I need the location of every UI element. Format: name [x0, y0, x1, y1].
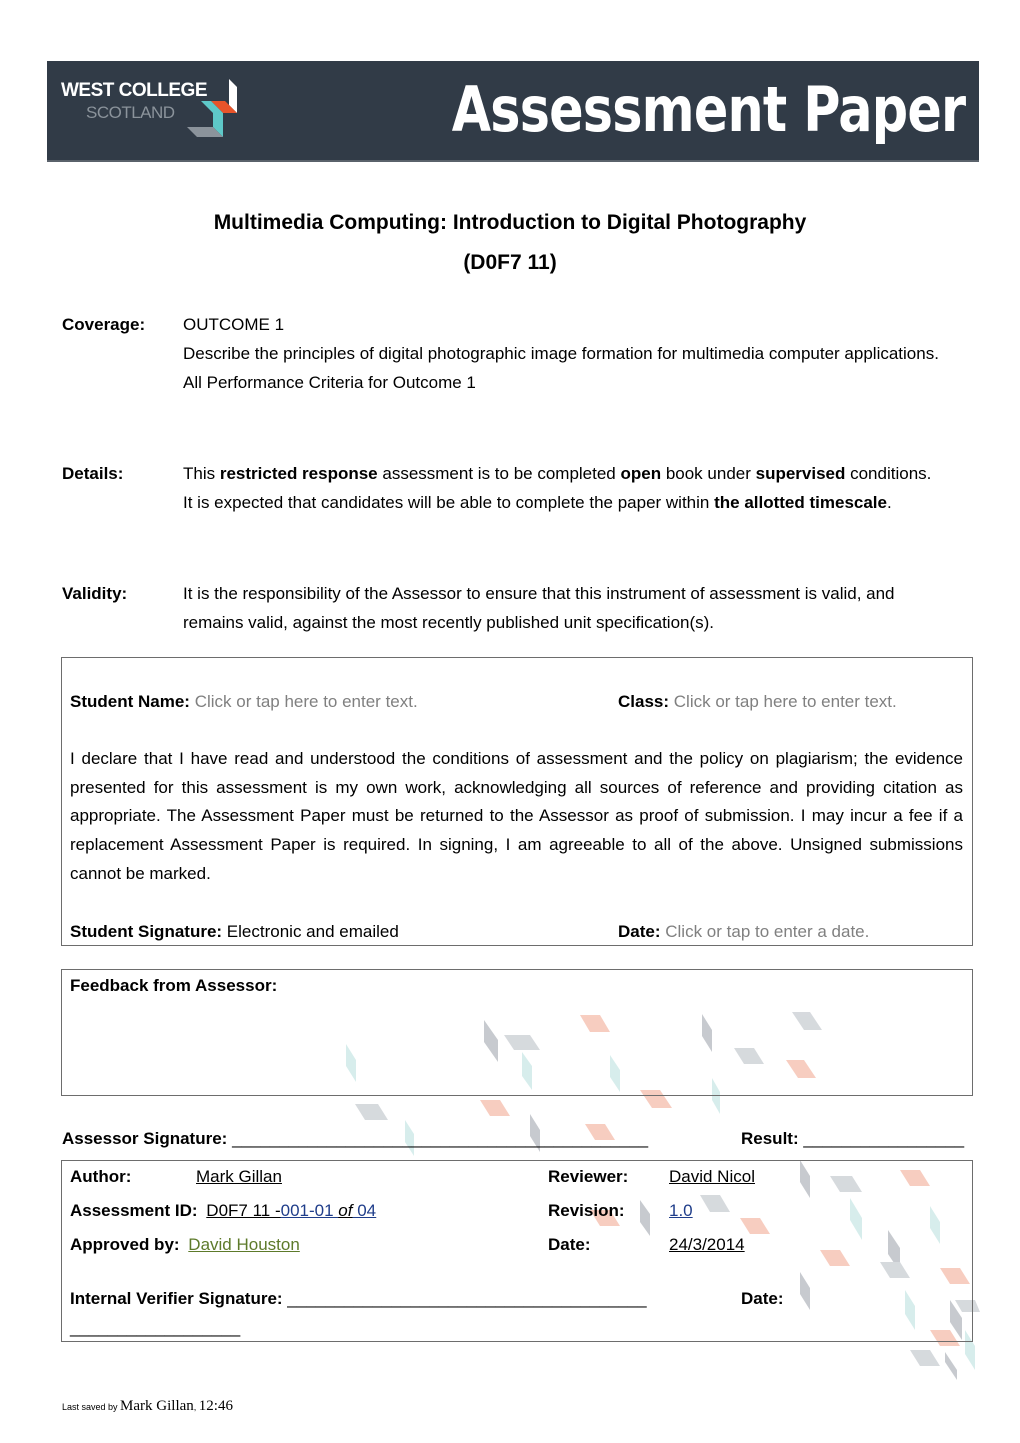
reviewer-link[interactable]: David Nicol: [669, 1167, 755, 1186]
coverage-section: Coverage: OUTCOME 1 Describe the princip…: [62, 310, 962, 426]
verifier-date-label: Date:: [741, 1289, 784, 1308]
student-signature-field[interactable]: Student Signature: Electronic and emaile…: [70, 917, 399, 946]
assessment-id-link[interactable]: D0F7 11 -001-01 of 04: [206, 1201, 376, 1220]
coverage-criteria: All Performance Criteria for Outcome 1: [183, 373, 476, 392]
verifier-date-blank[interactable]: __________________: [70, 1318, 240, 1337]
student-declaration-box: Student Name: Click or tap here to enter…: [61, 657, 973, 946]
assessment-id-field: Assessment ID: D0F7 11 -001-01 of 04: [70, 1196, 376, 1225]
verifier-signature-blank[interactable]: ______________________________________: [287, 1289, 646, 1308]
footer-author: Mark Gillan: [120, 1398, 194, 1414]
coverage-outcome: OUTCOME 1: [183, 315, 285, 334]
student-name-input[interactable]: Click or tap here to enter text.: [195, 692, 418, 711]
student-date-field[interactable]: Date: Click or tap to enter a date.: [618, 917, 869, 946]
author-label: Author:: [70, 1167, 132, 1186]
date-label: Date:: [548, 1235, 591, 1254]
assessor-signature-label: Assessor Signature:: [62, 1129, 228, 1148]
author-link[interactable]: Mark Gillan: [196, 1167, 282, 1186]
student-name-label: Student Name:: [70, 692, 190, 711]
document-title: Multimedia Computing: Introduction to Di…: [213, 211, 807, 234]
details-text: This restricted response assessment is t…: [183, 464, 932, 512]
document-metadata-box: Author: Mark Gillan Reviewer: David Nico…: [61, 1160, 973, 1342]
header-banner: WEST COLLEGE SCOTLAND Assessment Paper: [47, 61, 979, 162]
assessor-signature-field[interactable]: Assessor Signature: ____________________…: [62, 1124, 648, 1153]
coverage-description: Describe the principles of digital photo…: [183, 344, 939, 363]
footer-time: 12:46: [198, 1398, 233, 1414]
assessment-id-label: Assessment ID:: [70, 1201, 198, 1220]
logo-mark-icon: [187, 79, 237, 137]
details-label: Details:: [62, 464, 124, 483]
details-section: Details: This restricted response assess…: [62, 459, 962, 547]
document-code: (D0F7 11): [463, 251, 557, 274]
revision-link[interactable]: 1.0: [669, 1201, 693, 1220]
student-date-label: Date:: [618, 922, 661, 941]
validity-label: Validity:: [62, 584, 128, 603]
result-field[interactable]: Result: _________________: [741, 1124, 964, 1153]
reviewer-label: Reviewer:: [548, 1167, 629, 1186]
validity-text: It is the responsibility of the Assessor…: [183, 584, 895, 632]
class-input[interactable]: Click or tap here to enter text.: [674, 692, 897, 711]
verifier-signature-field[interactable]: Internal Verifier Signature: ___________…: [70, 1284, 647, 1313]
assessor-signature-blank[interactable]: ________________________________________…: [232, 1129, 648, 1148]
verifier-signature-label: Internal Verifier Signature:: [70, 1289, 283, 1308]
college-logo: WEST COLLEGE SCOTLAND: [59, 77, 259, 143]
approved-by-label: Approved by:: [70, 1235, 180, 1254]
logo-text-line2: SCOTLAND: [86, 103, 175, 122]
last-saved-footer: Last saved by Mark Gillan, 12:46: [62, 1398, 233, 1415]
declaration-text: I declare that I have read and understoo…: [70, 749, 963, 883]
result-blank[interactable]: _________________: [803, 1129, 964, 1148]
student-date-input[interactable]: Click or tap to enter a date.: [665, 922, 869, 941]
validity-section: Validity: It is the responsibility of th…: [62, 579, 962, 639]
student-signature-label: Student Signature:: [70, 922, 223, 941]
student-name-field[interactable]: Student Name: Click or tap here to enter…: [70, 687, 418, 716]
revision-label: Revision:: [548, 1201, 625, 1220]
approved-by-link[interactable]: David Houston: [188, 1235, 300, 1254]
result-label: Result:: [741, 1129, 799, 1148]
feedback-box[interactable]: Feedback from Assessor:: [61, 969, 973, 1096]
class-field[interactable]: Class: Click or tap here to enter text.: [618, 687, 897, 716]
coverage-label: Coverage:: [62, 315, 146, 334]
class-label: Class:: [618, 692, 670, 711]
feedback-label: Feedback from Assessor:: [70, 976, 278, 995]
banner-title: Assessment Paper: [451, 73, 965, 146]
footer-prefix: Last saved by: [62, 1402, 121, 1412]
student-signature-value[interactable]: Electronic and emailed: [227, 922, 399, 941]
date-link[interactable]: 24/3/2014: [669, 1235, 745, 1254]
